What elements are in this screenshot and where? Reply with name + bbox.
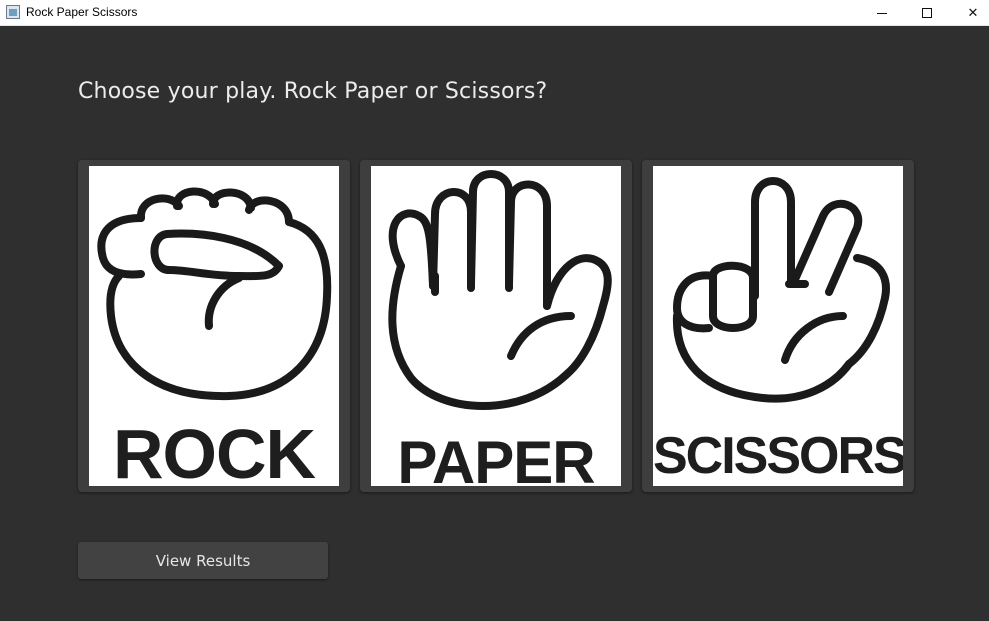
peace-hand-icon [672,177,890,403]
close-icon: ✕ [967,5,979,21]
maximize-icon [922,8,932,18]
close-button[interactable]: ✕ [950,0,989,26]
app-icon [6,5,20,19]
scissors-choice-button[interactable]: SCISSORS [642,160,914,492]
maximize-button[interactable] [904,0,950,26]
paper-image: PAPER [371,166,621,486]
minimize-icon [877,12,887,14]
prompt-heading: Choose your play. Rock Paper or Scissors… [78,79,548,104]
scissors-image: SCISSORS [653,166,903,486]
rock-image: ROCK [89,166,339,486]
minimize-button[interactable] [859,0,905,26]
view-results-button[interactable]: View Results [78,542,328,579]
paper-choice-button[interactable]: PAPER [360,160,632,492]
scissors-label: SCISSORS [653,427,903,485]
title-bar: Rock Paper Scissors ✕ [0,0,989,26]
paper-label: PAPER [397,429,595,486]
open-hand-icon [388,170,612,410]
rock-choice-button[interactable]: ROCK [78,160,350,492]
window-title: Rock Paper Scissors [26,5,138,19]
fist-icon [97,187,332,401]
rock-label: ROCK [112,415,316,486]
